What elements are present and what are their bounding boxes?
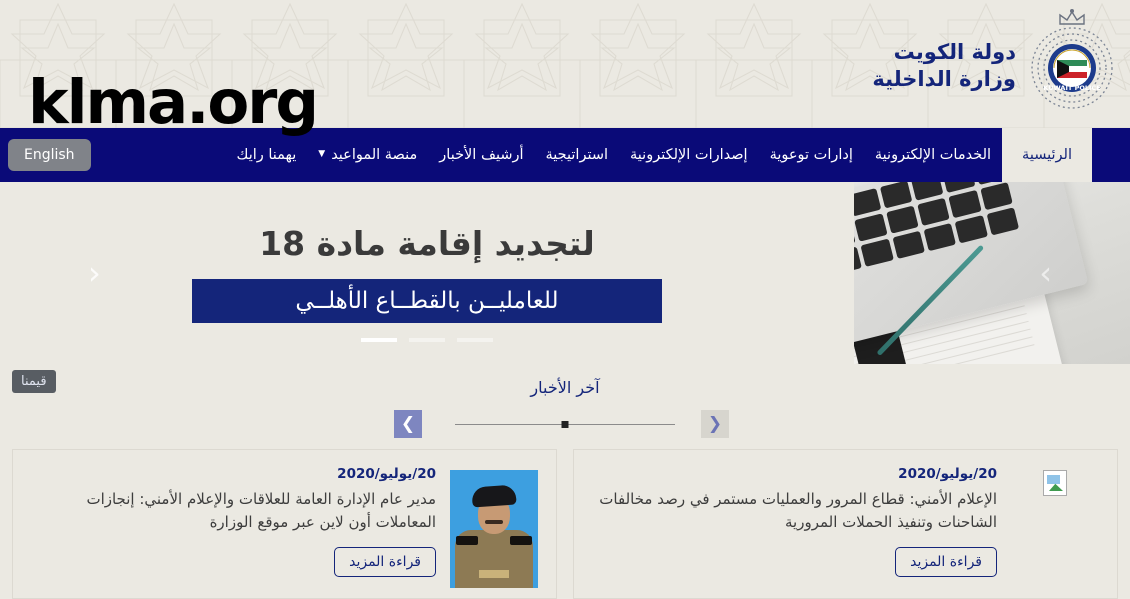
values-tab-button[interactable]: قيمنا bbox=[12, 370, 56, 393]
nav-right-edge bbox=[1092, 128, 1130, 182]
carousel-indicator-active[interactable] bbox=[361, 338, 397, 342]
nav-item-home[interactable]: الرئيسية bbox=[1002, 128, 1092, 182]
news-card-date: 20/يوليو/2020 bbox=[898, 466, 997, 482]
news-card-body: 20/يوليو/2020 الإعلام الأمني: قطاع المرو… bbox=[592, 466, 997, 588]
news-section: آخر الأخبار قيمنا ❮ ❯ 20/يوليو/2020 الإع… bbox=[0, 364, 1130, 599]
hero-subheadline-band: للعامليــن بالقطــاع الأهلــي bbox=[192, 278, 662, 323]
nav-item-label: الخدمات الإلكترونية bbox=[874, 147, 992, 163]
read-more-button[interactable]: قراءة المزيد bbox=[334, 546, 436, 577]
officer-portrait-image bbox=[450, 470, 538, 588]
hero-slide-photo bbox=[854, 182, 1130, 364]
ministry-titles: دولة الكويت وزارة الداخلية bbox=[872, 35, 1016, 93]
nav-item-label: إدارات توعوية bbox=[769, 147, 853, 163]
nav-item-label: الرئيسية bbox=[1022, 147, 1072, 163]
nav-item-strategy[interactable]: استراتيجية bbox=[535, 128, 620, 182]
news-next-button[interactable]: ❯ bbox=[394, 410, 422, 438]
news-card-headline: مدير عام الإدارة العامة للعلاقات والإعلا… bbox=[86, 490, 436, 532]
nav-item-label: أرشيف الأخبار bbox=[439, 147, 524, 163]
country-name: دولة الكويت bbox=[893, 40, 1016, 65]
kuwait-police-crest-icon: KUWAIT POLICE bbox=[1024, 8, 1120, 120]
nav-item-news-archive[interactable]: أرشيف الأخبار bbox=[428, 128, 534, 182]
hero-carousel: لتجديد إقامة مادة 18 للعامليــن بالقطــا… bbox=[0, 182, 1130, 364]
carousel-next-icon[interactable]: › bbox=[1039, 257, 1052, 289]
nav-item-label: منصة المواعيد bbox=[331, 147, 418, 163]
nav-item-appointments-platform[interactable]: منصة المواعيد ▼ bbox=[307, 128, 428, 182]
carousel-indicator[interactable] bbox=[409, 338, 445, 342]
language-toggle-button[interactable]: English bbox=[8, 139, 91, 171]
nav-item-label: يهمنا رايك bbox=[236, 147, 297, 163]
ministry-name: وزارة الداخلية bbox=[872, 67, 1016, 91]
nav-item-eservices[interactable]: الخدمات الإلكترونية bbox=[864, 128, 1002, 182]
nav-items: الرئيسية الخدمات الإلكترونية إدارات توعو… bbox=[225, 128, 1092, 182]
site-watermark: klma.org bbox=[28, 67, 319, 138]
carousel-indicator[interactable] bbox=[457, 338, 493, 342]
news-card-body: 20/يوليو/2020 مدير عام الإدارة العامة لل… bbox=[31, 466, 436, 588]
news-section-title: آخر الأخبار bbox=[530, 378, 600, 397]
news-card-thumbnail bbox=[450, 466, 538, 588]
read-more-button[interactable]: قراءة المزيد bbox=[895, 546, 997, 577]
news-card-thumbnail bbox=[1011, 466, 1099, 588]
carousel-prev-icon[interactable]: ‹ bbox=[88, 257, 101, 289]
news-card[interactable]: 20/يوليو/2020 الإعلام الأمني: قطاع المرو… bbox=[573, 449, 1118, 599]
news-card-list: 20/يوليو/2020 الإعلام الأمني: قطاع المرو… bbox=[0, 441, 1130, 599]
news-carousel-controls: ❮ ❯ bbox=[0, 407, 1130, 441]
news-card[interactable]: 20/يوليو/2020 مدير عام الإدارة العامة لل… bbox=[12, 449, 557, 599]
broken-image-icon bbox=[1043, 470, 1067, 496]
news-card-date: 20/يوليو/2020 bbox=[337, 466, 436, 482]
nav-item-electronic-publications[interactable]: إصدارات الإلكترونية bbox=[619, 128, 759, 182]
nav-item-label: استراتيجية bbox=[545, 147, 609, 163]
news-prev-button[interactable]: ❮ bbox=[701, 410, 729, 438]
news-card-headline: الإعلام الأمني: قطاع المرور والعمليات مس… bbox=[599, 490, 997, 532]
nav-item-label: إصدارات الإلكترونية bbox=[630, 147, 748, 163]
hero-slide-content: لتجديد إقامة مادة 18 للعامليــن بالقطــا… bbox=[0, 182, 854, 364]
news-scroll-track[interactable] bbox=[455, 420, 675, 428]
news-scroll-handle[interactable] bbox=[561, 420, 569, 428]
carousel-indicators[interactable] bbox=[0, 338, 854, 342]
hero-subheadline: للعامليــن بالقطــاع الأهلــي bbox=[295, 287, 559, 314]
nav-item-awareness-departments[interactable]: إدارات توعوية bbox=[759, 128, 864, 182]
svg-text:KUWAIT POLICE: KUWAIT POLICE bbox=[1043, 84, 1100, 92]
hero-headline: لتجديد إقامة مادة 18 bbox=[259, 223, 595, 263]
chevron-down-icon: ▼ bbox=[318, 149, 326, 159]
